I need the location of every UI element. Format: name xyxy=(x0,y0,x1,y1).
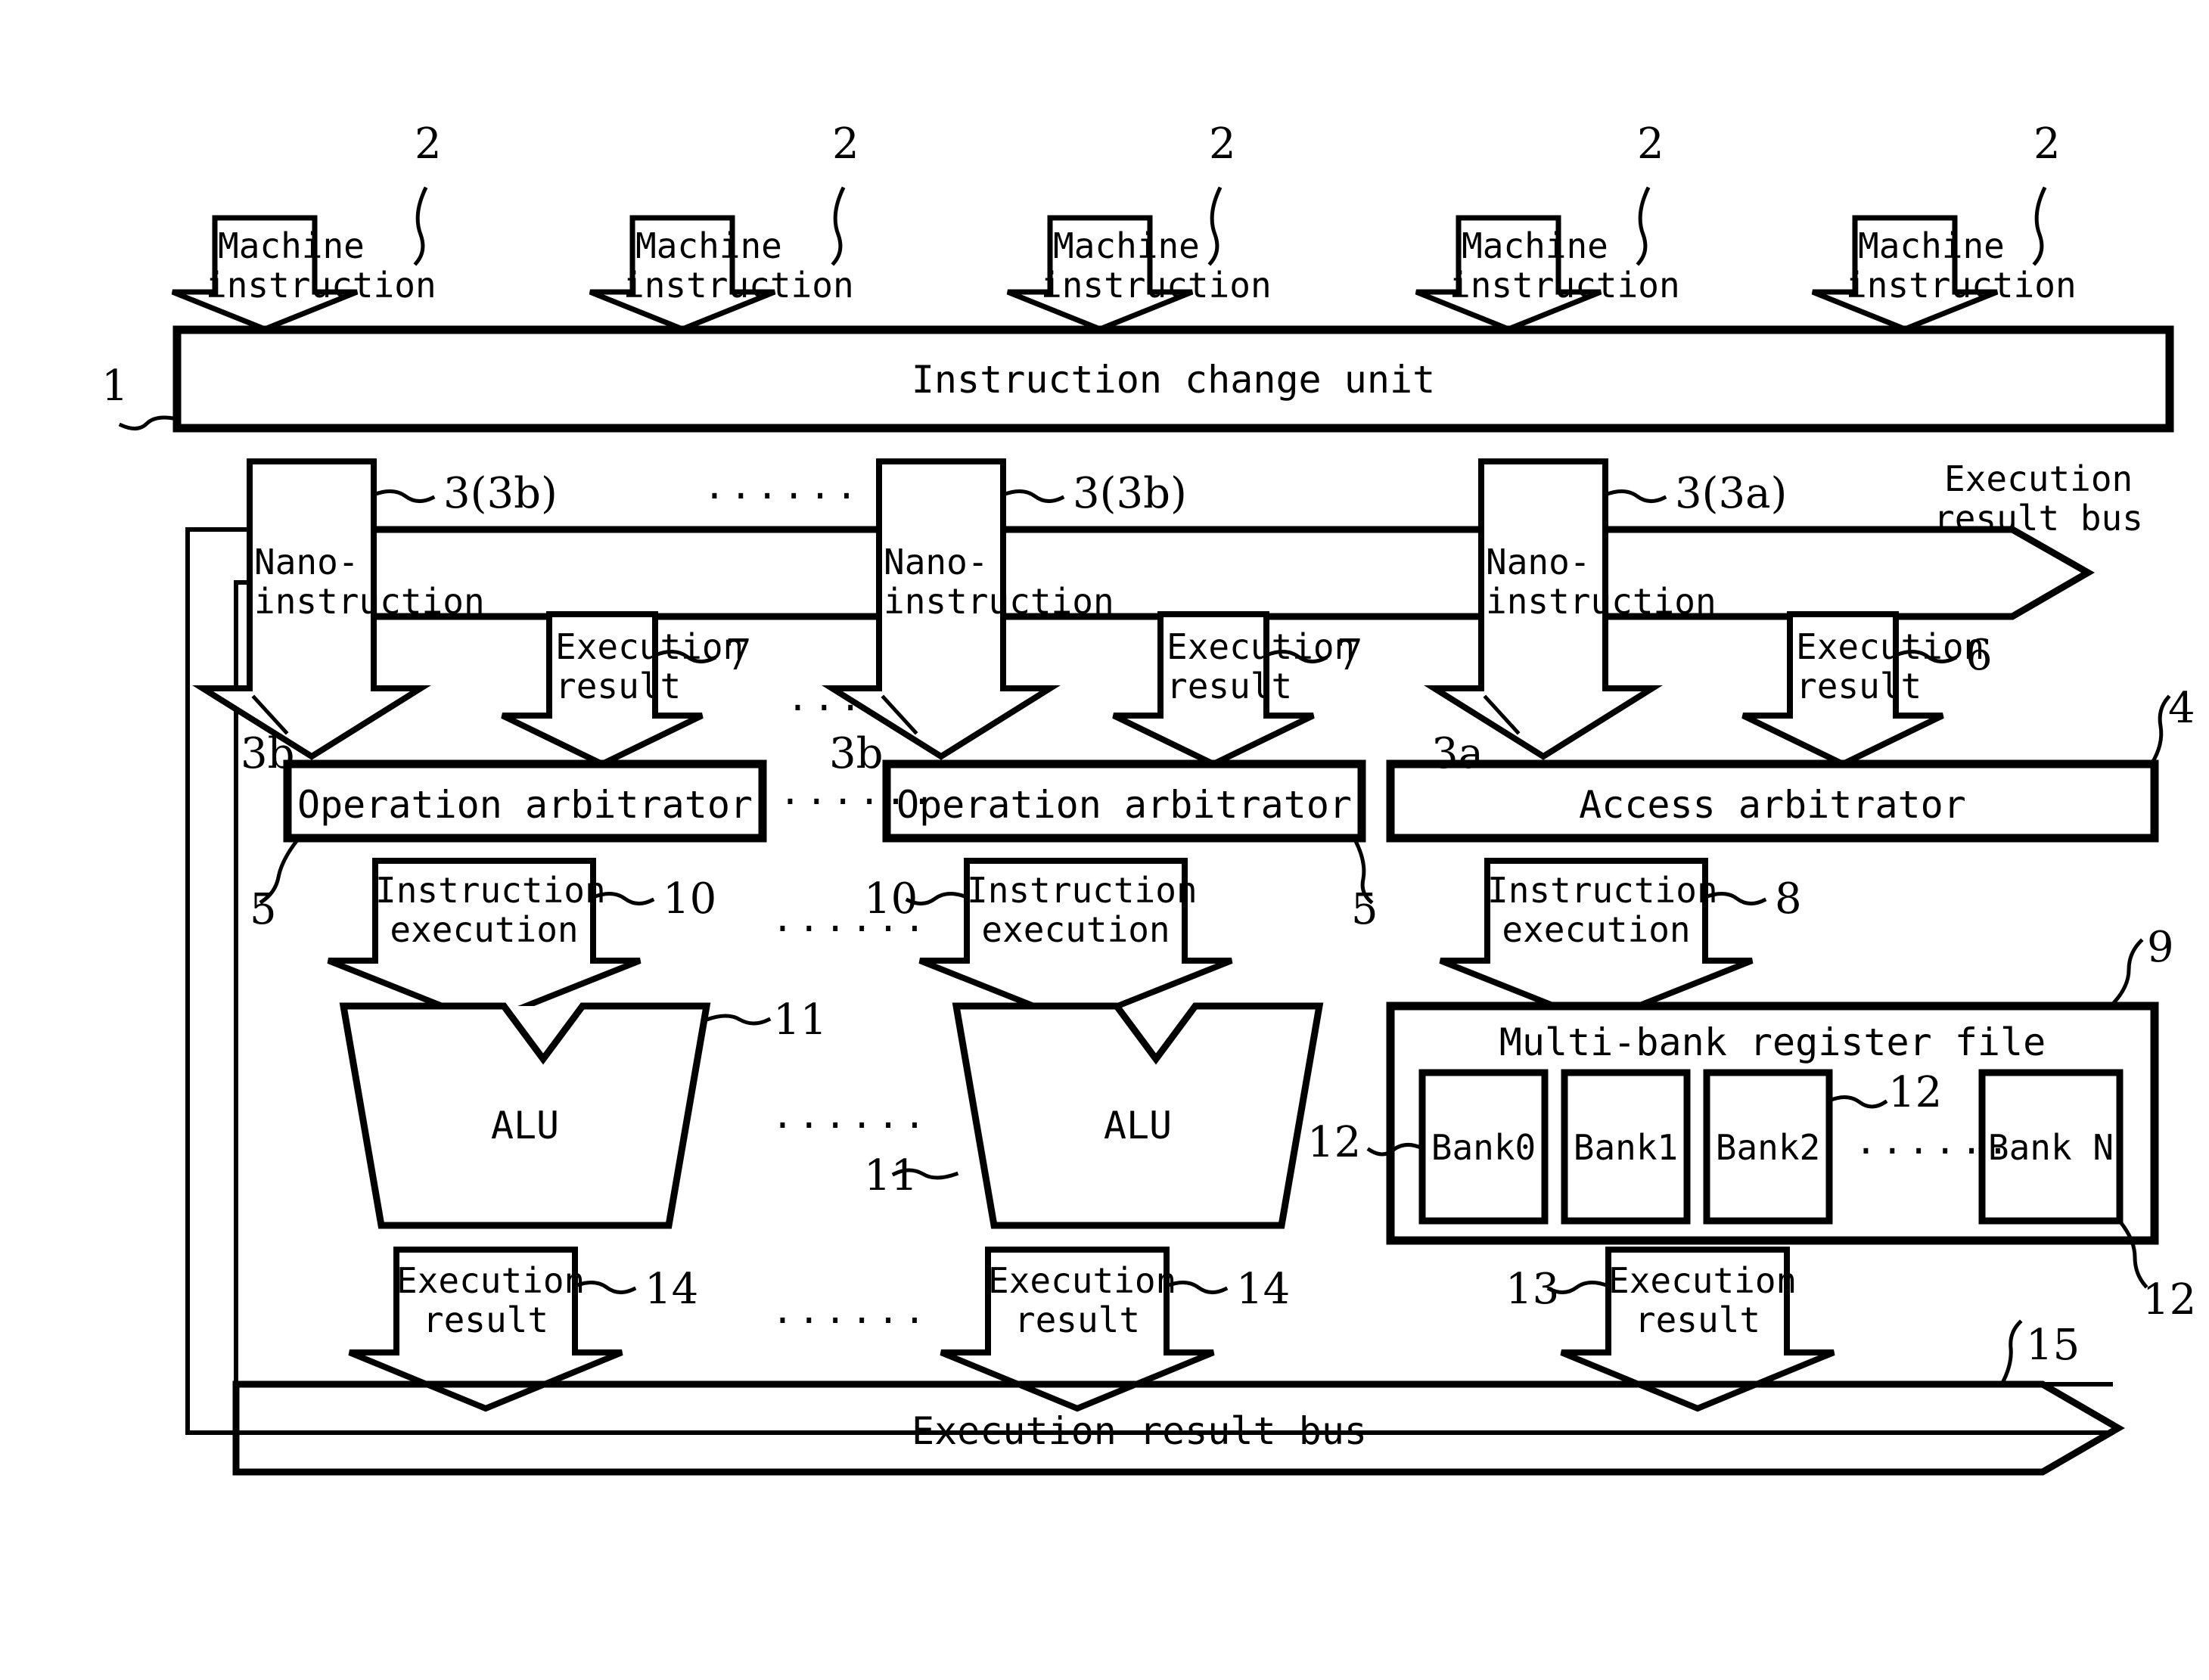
instruction-execution-2-line2: execution xyxy=(981,909,1170,950)
instruction-execution-3-line2: execution xyxy=(1502,909,1691,950)
execution-result-top-1-line2: result xyxy=(555,666,682,706)
execution-result-bottom-1-line1: Execution xyxy=(396,1260,586,1301)
ref-8: 8 xyxy=(1775,874,1802,924)
machine-instruction-4-line1: Machine xyxy=(1462,225,1608,266)
register-file-label: Multi-bank register file xyxy=(1499,1020,2046,1064)
machine-instruction-5-line2: instruction xyxy=(1846,265,2077,306)
execution-result-bottom-2-line1: Execution xyxy=(988,1260,1177,1301)
ref-3-3b-col2: 3(3b) xyxy=(1073,469,1187,518)
bank-1-label: Bank1 xyxy=(1573,1127,1679,1168)
ref-7-col1: 7 xyxy=(725,631,752,680)
nano-instruction-1-line1: Nano- xyxy=(254,542,359,582)
bank-2-label: Bank2 xyxy=(1715,1127,1821,1168)
ref-5-col2: 5 xyxy=(1351,885,1378,934)
machine-instruction-3-line1: Machine xyxy=(1053,225,1200,266)
instruction-execution-2-line1: Instruction xyxy=(967,870,1198,911)
nano-instruction-3-line2: instruction xyxy=(1486,581,1717,622)
ellipsis-arbitrator-row: ······ xyxy=(779,781,938,823)
ref-15: 15 xyxy=(2026,1321,2080,1370)
machine-instruction-2-line2: instruction xyxy=(623,265,854,306)
ref-3a-col3: 3a xyxy=(1431,729,1484,778)
ref-2-col2: 2 xyxy=(832,120,859,169)
ellipsis-banks: ······ xyxy=(1855,1130,2014,1172)
execution-result-top-3-line2: result xyxy=(1796,666,1922,706)
machine-instruction-4-line2: instruction xyxy=(1449,265,1680,306)
ref-7-col2: 7 xyxy=(1336,631,1363,680)
ref-5-col1: 5 xyxy=(250,885,277,934)
ref-2-col3: 2 xyxy=(1209,120,1236,169)
execution-result-bottom-3-line1: Execution xyxy=(1608,1260,1797,1301)
execution-result-top-2-line1: Execution xyxy=(1167,626,1356,667)
nano-instruction-2-line2: instruction xyxy=(884,581,1114,622)
execution-result-bottom-2-line2: result xyxy=(1014,1300,1141,1340)
ellipsis-nano-row: ······ xyxy=(704,475,862,517)
execution-result-bottom-3-line2: result xyxy=(1634,1300,1761,1340)
patent-figure: 2 2 2 2 2 Machine instruction Machine in… xyxy=(0,0,2209,1680)
execution-result-top-2-line2: result xyxy=(1167,666,1293,706)
ref-2-col5: 2 xyxy=(2033,120,2061,169)
nano-instruction-1-line2: instruction xyxy=(254,581,485,622)
instruction-execution-1-line2: execution xyxy=(390,909,579,950)
machine-instruction-1-line2: instruction xyxy=(206,265,437,306)
operation-arbitrator-2-label: Operation arbitrator xyxy=(896,783,1353,827)
ref-11-col2: 11 xyxy=(864,1151,918,1200)
ref-14-col2: 14 xyxy=(1236,1265,1291,1314)
ref-10-col1: 10 xyxy=(663,874,717,924)
instruction-execution-3-line1: Instruction xyxy=(1487,870,1718,911)
bottom-bus-label: Execution result bus xyxy=(911,1409,1368,1453)
alu-2-label: ALU xyxy=(1103,1104,1173,1147)
ellipsis-alu-row: ······ xyxy=(772,1104,931,1147)
execution-result-bottom-1-line2: result xyxy=(422,1300,549,1340)
ref-13: 13 xyxy=(1505,1265,1560,1314)
ref-1: 1 xyxy=(101,362,129,411)
instruction-execution-1-line1: Instruction xyxy=(375,870,606,911)
ref-3-3a-col3: 3(3a) xyxy=(1675,469,1788,518)
alu-1-label: ALU xyxy=(490,1104,560,1147)
top-bus-label-line1: Execution xyxy=(1944,458,2133,499)
ref-12-left: 12 xyxy=(1307,1118,1362,1167)
machine-instruction-3-line2: instruction xyxy=(1041,265,1272,306)
access-arbitrator-label: Access arbitrator xyxy=(1579,783,1966,827)
ref-2-col1: 2 xyxy=(415,120,442,169)
ref-9: 9 xyxy=(2147,923,2174,972)
ref-3-3b-col1: 3(3b) xyxy=(443,469,558,518)
ref-2-col4: 2 xyxy=(1637,120,1664,169)
machine-instruction-5-line1: Machine xyxy=(1858,225,2005,266)
bank-0-label: Bank0 xyxy=(1431,1127,1536,1168)
ref-12-bottom: 12 xyxy=(2142,1275,2197,1324)
ref-4: 4 xyxy=(2168,684,2195,733)
nano-instruction-3-line1: Nano- xyxy=(1486,542,1591,582)
operation-arbitrator-1-label: Operation arbitrator xyxy=(297,783,753,827)
ref-14-col1: 14 xyxy=(645,1265,699,1314)
execution-result-top-1-line1: Execution xyxy=(555,626,744,667)
ellipsis-exec-bottom-row: ······ xyxy=(772,1300,931,1342)
instruction-change-unit-label: Instruction change unit xyxy=(911,358,1436,402)
ref-11-col1: 11 xyxy=(773,995,828,1045)
machine-instruction-2-line1: Machine xyxy=(635,225,782,266)
machine-instruction-1-line1: Machine xyxy=(218,225,365,266)
ref-3b-col1: 3b xyxy=(241,729,295,778)
ellipsis-exec-top: ··· xyxy=(787,687,866,729)
ellipsis-instr-exec-row: ······ xyxy=(772,908,931,950)
ref-6-col3: 6 xyxy=(1965,631,1993,680)
execution-result-top-3-line1: Execution xyxy=(1796,626,1985,667)
top-bus-label-line2: result bus xyxy=(1934,498,2143,539)
nano-instruction-2-line1: Nano- xyxy=(884,542,989,582)
ref-3b-col2: 3b xyxy=(829,729,884,778)
ref-12-top: 12 xyxy=(1888,1068,1943,1117)
